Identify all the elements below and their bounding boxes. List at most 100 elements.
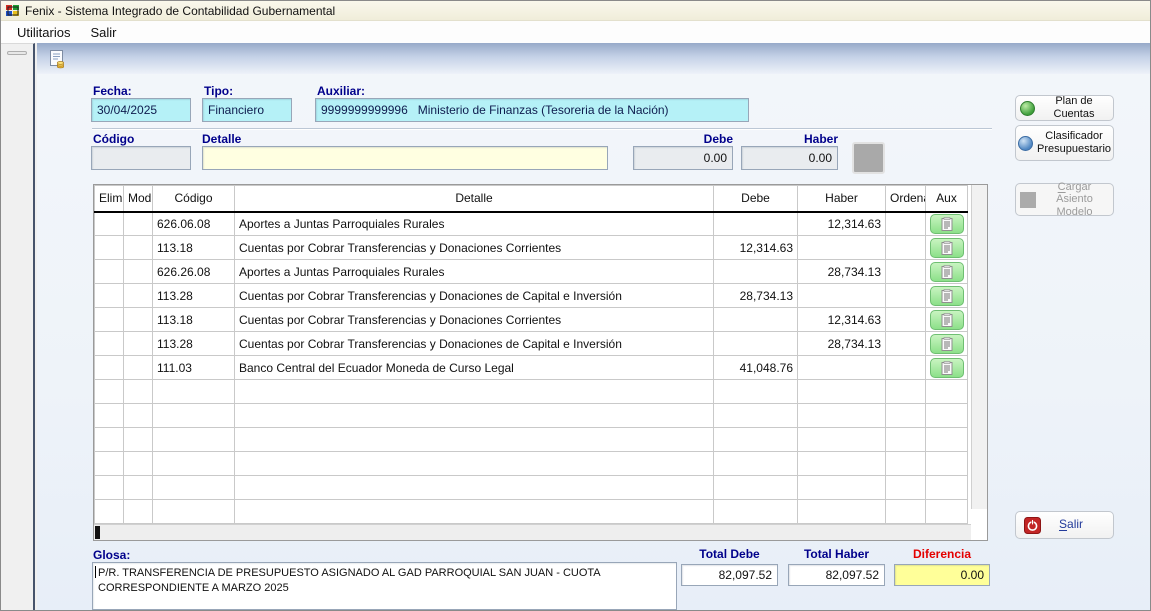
grid-vertical-scrollbar[interactable] <box>971 185 987 509</box>
debe-cell <box>714 476 798 500</box>
glosa-textarea[interactable]: P/R. TRANSFERENCIA DE PRESUPUESTO ASIGNA… <box>92 562 677 610</box>
aux-button[interactable] <box>930 334 964 354</box>
elimin-cell[interactable] <box>95 428 124 452</box>
notepad-icon <box>941 217 953 231</box>
elimin-cell[interactable] <box>95 380 124 404</box>
col-elimin[interactable]: Elimin <box>95 186 124 212</box>
total-debe-label: Total Debe <box>681 547 778 561</box>
aux-button[interactable] <box>930 358 964 378</box>
modif-cell[interactable] <box>124 452 153 476</box>
elimin-cell[interactable] <box>95 212 124 236</box>
modif-cell[interactable] <box>124 404 153 428</box>
debe-cell <box>714 380 798 404</box>
fecha-input[interactable]: 30/04/2025 <box>91 98 191 122</box>
detalle-cell: Aportes a Juntas Parroquiales Rurales <box>235 212 714 236</box>
aux-cell <box>926 356 968 380</box>
grid-horizontal-scrollbar[interactable] <box>94 524 972 540</box>
aux-button[interactable] <box>930 286 964 306</box>
col-haber[interactable]: Haber <box>798 186 886 212</box>
detalle-cell <box>235 476 714 500</box>
table-row: 113.18Cuentas por Cobrar Transferencias … <box>95 236 968 260</box>
ordenar-cell[interactable] <box>886 212 926 236</box>
menu-utilitarios[interactable]: Utilitarios <box>9 23 78 42</box>
ordenar-cell[interactable] <box>886 380 926 404</box>
codigo-input[interactable] <box>91 146 191 170</box>
modif-cell[interactable] <box>124 380 153 404</box>
modif-cell[interactable] <box>124 500 153 524</box>
plan-de-cuentas-button[interactable]: Plan de Cuentas <box>1015 95 1114 121</box>
modif-cell[interactable] <box>124 260 153 284</box>
menu-salir[interactable]: Salir <box>82 23 124 42</box>
table-row-empty <box>95 404 968 428</box>
col-ordenar[interactable]: Ordenar <box>886 186 926 212</box>
aux-button[interactable] <box>930 262 964 282</box>
elimin-cell[interactable] <box>95 236 124 260</box>
modif-cell[interactable] <box>124 308 153 332</box>
detalle-cell: Cuentas por Cobrar Transferencias y Dona… <box>235 308 714 332</box>
haber-input[interactable]: 0.00 <box>741 146 838 170</box>
ordenar-cell[interactable] <box>886 332 926 356</box>
ordenar-cell[interactable] <box>886 404 926 428</box>
col-detalle[interactable]: Detalle <box>235 186 714 212</box>
elimin-cell[interactable] <box>95 332 124 356</box>
cargar-asiento-modelo-button[interactable]: Cargar Asiento Modelo <box>1015 183 1114 216</box>
elimin-cell[interactable] <box>95 404 124 428</box>
aux-button[interactable] <box>930 238 964 258</box>
auxiliar-input[interactable]: 9999999999996 Ministerio de Finanzas (Te… <box>315 98 749 122</box>
aux-button[interactable] <box>930 310 964 330</box>
entries-table-body: 626.06.08Aportes a Juntas Parroquiales R… <box>95 212 968 524</box>
notepad-icon <box>941 313 953 327</box>
elimin-cell[interactable] <box>95 476 124 500</box>
elimin-cell[interactable] <box>95 260 124 284</box>
modif-cell[interactable] <box>124 476 153 500</box>
debe-input[interactable]: 0.00 <box>633 146 733 170</box>
ordenar-cell[interactable] <box>886 428 926 452</box>
table-row: 113.18Cuentas por Cobrar Transferencias … <box>95 308 968 332</box>
ordenar-cell[interactable] <box>886 308 926 332</box>
clasificador-presupuestario-button[interactable]: Clasificador Presupuestario <box>1015 125 1114 161</box>
elimin-cell[interactable] <box>95 500 124 524</box>
ordenar-cell[interactable] <box>886 356 926 380</box>
modif-cell[interactable] <box>124 284 153 308</box>
table-row: 113.28Cuentas por Cobrar Transferencias … <box>95 284 968 308</box>
title-bar: Fenix - Sistema Integrado de Contabilida… <box>1 1 1150 21</box>
ordenar-cell[interactable] <box>886 500 926 524</box>
haber-cell: 28,734.13 <box>798 332 886 356</box>
col-codigo[interactable]: Código <box>153 186 235 212</box>
aux-cell <box>926 236 968 260</box>
modif-cell[interactable] <box>124 212 153 236</box>
elimin-cell[interactable] <box>95 308 124 332</box>
modif-cell[interactable] <box>124 332 153 356</box>
detalle-input[interactable] <box>202 146 608 170</box>
ordenar-cell[interactable] <box>886 260 926 284</box>
diferencia-label: Diferencia <box>894 547 990 561</box>
tipo-input[interactable]: Financiero <box>202 98 292 122</box>
add-line-button[interactable] <box>852 142 885 174</box>
elimin-cell[interactable] <box>95 356 124 380</box>
debe-cell <box>714 428 798 452</box>
col-aux[interactable]: Aux <box>926 186 968 212</box>
modif-cell[interactable] <box>124 236 153 260</box>
grid-scroll-corner <box>971 524 987 540</box>
ordenar-cell[interactable] <box>886 236 926 260</box>
left-panel <box>1 43 35 611</box>
ordenar-cell[interactable] <box>886 476 926 500</box>
modif-cell[interactable] <box>124 356 153 380</box>
salir-button[interactable]: Salir <box>1015 511 1114 539</box>
aux-cell <box>926 284 968 308</box>
new-journal-entry-button[interactable] <box>45 47 69 71</box>
aux-button[interactable] <box>930 214 964 234</box>
blue-sphere-icon <box>1018 136 1033 151</box>
ordenar-cell[interactable] <box>886 284 926 308</box>
debe-cell <box>714 404 798 428</box>
col-debe[interactable]: Debe <box>714 186 798 212</box>
splitter-handle[interactable] <box>7 51 27 55</box>
ordenar-cell[interactable] <box>886 452 926 476</box>
elimin-cell[interactable] <box>95 452 124 476</box>
grid-hscroll-thumb[interactable] <box>95 526 100 539</box>
col-modif[interactable]: Modif <box>124 186 153 212</box>
modif-cell[interactable] <box>124 428 153 452</box>
tipo-label: Tipo: <box>204 84 233 98</box>
codigo-cell: 113.28 <box>153 332 235 356</box>
elimin-cell[interactable] <box>95 284 124 308</box>
